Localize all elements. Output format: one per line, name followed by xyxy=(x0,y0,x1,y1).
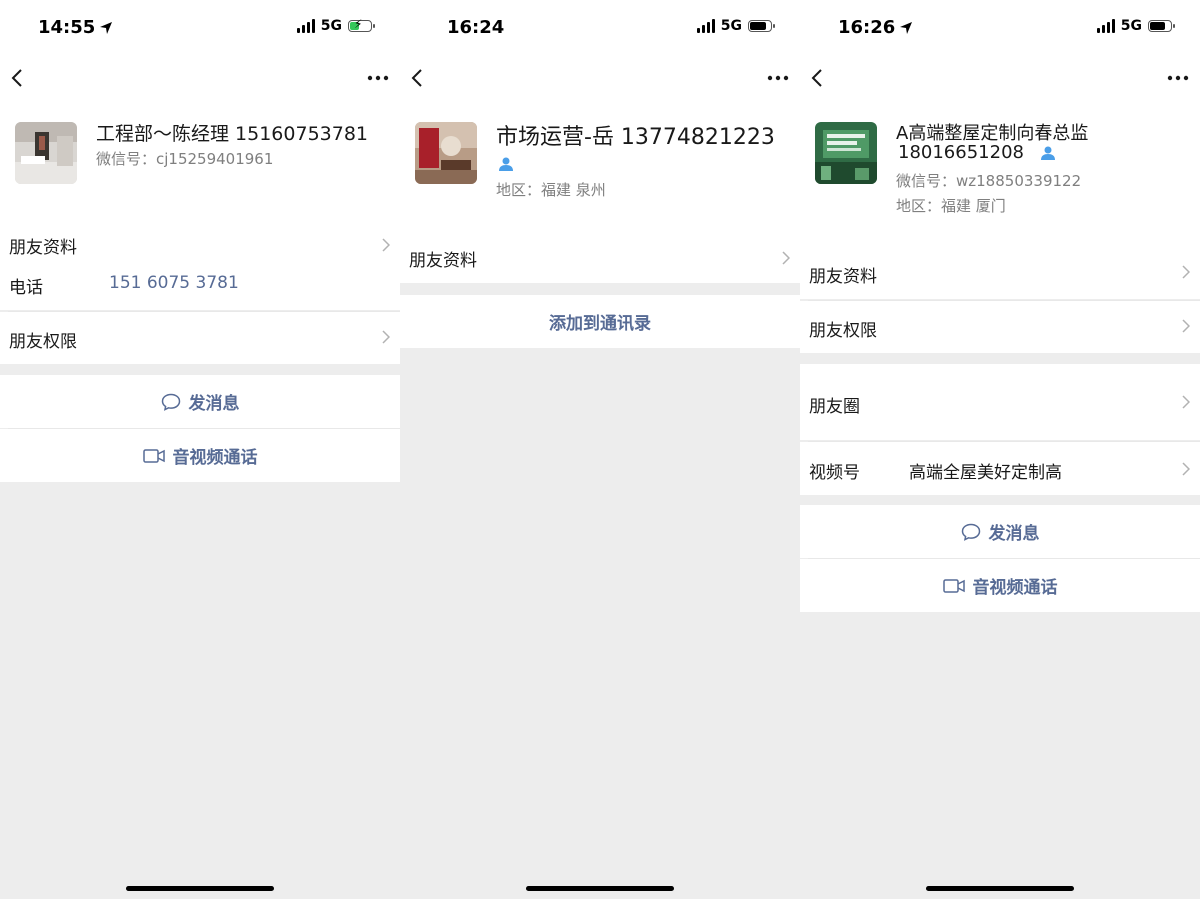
chevron-right-icon xyxy=(782,251,790,265)
contact-name: 市场运营-岳 13774821223 xyxy=(496,125,775,150)
send-message-label: 发消息 xyxy=(188,394,240,414)
home-indicator xyxy=(526,886,674,891)
panel-contact-1: 14:55 5G ⚡ 工程部～陈经理 15160753781 微信号：cj152… xyxy=(0,0,400,899)
video-call-label: 音视频通话 xyxy=(972,578,1058,598)
status-bar: 14:55 5G ⚡ xyxy=(0,0,400,56)
home-indicator xyxy=(926,886,1074,891)
moments-row[interactable]: 朋友圈 xyxy=(800,364,1200,440)
moments-label: 朋友圈 xyxy=(809,397,860,417)
send-message-label: 发消息 xyxy=(988,524,1040,544)
panel-contact-3: 16:26 5G A高端整屋定制向春总监 18016651208 微信号：wz1… xyxy=(800,0,1200,899)
send-message-button[interactable]: 发消息 xyxy=(800,505,1200,558)
panel-contact-2: 16:24 5G 市场运营-岳 13774821223 地区：福建 泉州 朋友资… xyxy=(400,0,800,899)
video-camera-icon xyxy=(142,448,165,463)
friend-permission-label: 朋友权限 xyxy=(809,321,877,341)
phone-row: 电话 151 6075 3781 xyxy=(0,258,400,310)
chevron-right-icon xyxy=(1182,462,1190,476)
person-icon xyxy=(499,157,513,171)
person-icon xyxy=(1040,146,1055,160)
friend-permission-row[interactable]: 朋友权限 xyxy=(0,312,400,364)
charging-bolt-icon: ⚡ xyxy=(354,17,363,31)
status-time: 16:24 xyxy=(447,17,505,38)
home-indicator xyxy=(126,886,274,891)
add-to-contacts-button[interactable]: 添加到通讯录 xyxy=(400,295,800,348)
back-chevron-icon[interactable] xyxy=(808,66,828,90)
status-bar: 16:24 5G xyxy=(400,0,800,56)
region: 地区：福建 泉州 xyxy=(496,181,606,199)
friend-permission-row[interactable]: 朋友权限 xyxy=(800,301,1200,353)
wechat-id: 微信号：cj15259401961 xyxy=(96,150,274,168)
network-label: 5G xyxy=(720,18,742,34)
avatar[interactable] xyxy=(815,122,877,184)
signal-icon xyxy=(696,19,715,33)
chevron-right-icon xyxy=(382,238,390,252)
more-icon[interactable] xyxy=(1166,68,1190,88)
friend-profile-label: 朋友资料 xyxy=(809,267,877,287)
battery-icon: ⚡ xyxy=(348,17,375,32)
profile-header: 工程部～陈经理 15160753781 微信号：cj15259401961 xyxy=(0,102,400,218)
phone-label: 电话 xyxy=(9,278,43,298)
video-call-label: 音视频通话 xyxy=(172,448,258,468)
phone-number-link[interactable]: 151 6075 3781 xyxy=(109,273,239,293)
video-call-button[interactable]: 音视频通话 xyxy=(800,559,1200,612)
battery-icon xyxy=(1148,20,1175,32)
location-arrow-icon xyxy=(100,21,113,34)
status-time: 16:26 xyxy=(838,17,896,38)
chevron-right-icon xyxy=(1182,319,1190,333)
friend-profile-row[interactable]: 朋友资料 xyxy=(400,231,800,283)
region: 地区：福建 厦门 xyxy=(896,197,1006,215)
network-label: 5G xyxy=(320,18,342,34)
signal-icon xyxy=(296,19,315,33)
back-chevron-icon[interactable] xyxy=(8,66,28,90)
location-arrow-icon xyxy=(900,21,913,34)
channels-value: 高端全屋美好定制高 xyxy=(909,463,1062,483)
nav-bar xyxy=(800,56,1200,102)
friend-profile-row[interactable]: 朋友资料 xyxy=(800,247,1200,299)
channels-label: 视频号 xyxy=(809,463,860,483)
more-icon[interactable] xyxy=(366,68,390,88)
add-to-contacts-label: 添加到通讯录 xyxy=(549,314,651,334)
chevron-right-icon xyxy=(1182,265,1190,279)
chevron-right-icon xyxy=(382,330,390,344)
friend-profile-label: 朋友资料 xyxy=(9,238,77,258)
more-icon[interactable] xyxy=(766,68,790,88)
channels-row[interactable]: 视频号 高端全屋美好定制高 xyxy=(800,442,1200,495)
avatar[interactable] xyxy=(15,122,77,184)
network-label: 5G xyxy=(1120,18,1142,34)
friend-permission-label: 朋友权限 xyxy=(9,332,77,352)
avatar[interactable] xyxy=(415,122,477,184)
send-message-button[interactable]: 发消息 xyxy=(0,375,400,428)
nav-bar xyxy=(0,56,400,102)
contact-name: 工程部～陈经理 15160753781 xyxy=(96,123,369,145)
chat-bubble-icon xyxy=(161,393,180,411)
video-call-button[interactable]: 音视频通话 xyxy=(0,429,400,482)
chevron-right-icon xyxy=(1182,395,1190,409)
wechat-id: 微信号：wz18850339122 xyxy=(896,172,1082,190)
nav-bar xyxy=(400,56,800,102)
status-time: 14:55 xyxy=(38,17,96,38)
contact-name-line2: 18016651208 xyxy=(898,142,1024,163)
friend-profile-label: 朋友资料 xyxy=(409,251,477,271)
chat-bubble-icon xyxy=(961,523,980,541)
signal-icon xyxy=(1096,19,1115,33)
video-camera-icon xyxy=(942,578,965,593)
profile-header: A高端整屋定制向春总监 18016651208 微信号：wz1885033912… xyxy=(800,102,1200,247)
back-chevron-icon[interactable] xyxy=(408,66,428,90)
profile-header: 市场运营-岳 13774821223 地区：福建 泉州 xyxy=(400,102,800,231)
status-bar: 16:26 5G xyxy=(800,0,1200,56)
battery-icon xyxy=(748,20,775,32)
